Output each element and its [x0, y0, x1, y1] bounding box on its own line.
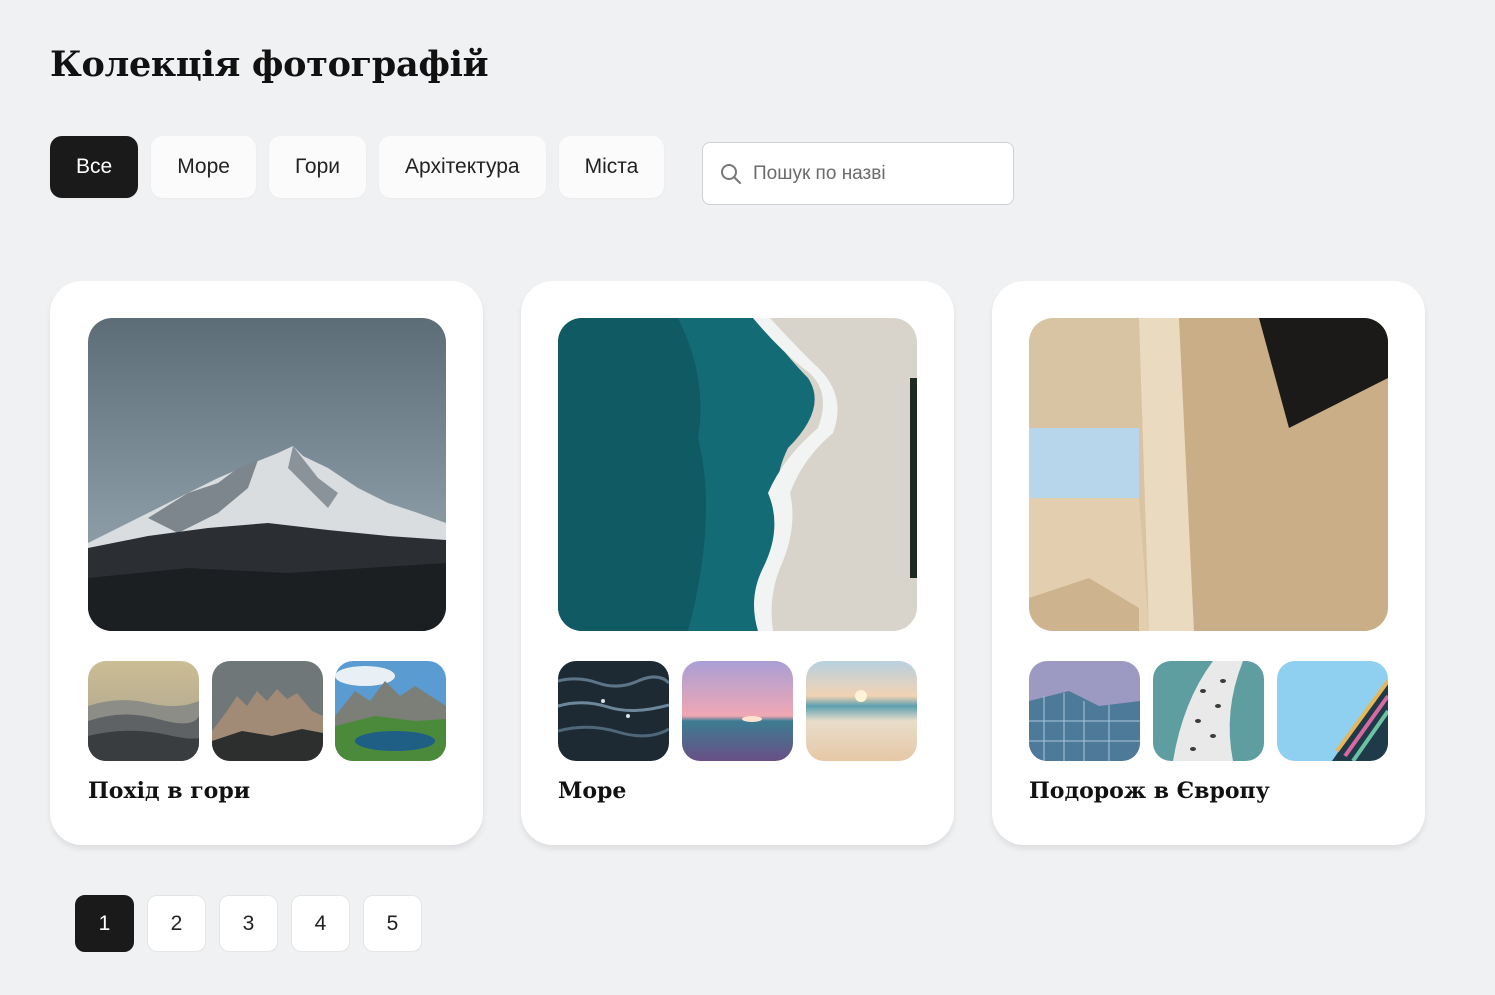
- thumbnail[interactable]: [558, 661, 669, 761]
- thumbnail[interactable]: [806, 661, 917, 761]
- glass-building-photo: [1029, 661, 1140, 761]
- thumbnail[interactable]: [335, 661, 446, 761]
- curved-white-building-photo: [1153, 661, 1264, 761]
- page-button[interactable]: 1: [75, 895, 134, 952]
- rocky-peaks-photo: [211, 661, 323, 761]
- album-title: Подорож в Європу: [1029, 778, 1270, 804]
- album-cover-photo[interactable]: [558, 318, 917, 631]
- thumbnail[interactable]: [88, 661, 199, 761]
- aerial-beach-waves-photo: [558, 318, 917, 631]
- album-card[interactable]: Море: [521, 281, 954, 845]
- filter-architecture-button[interactable]: Архітектура: [379, 136, 546, 198]
- album-title: Похід в гори: [88, 778, 251, 804]
- filter-all-button[interactable]: Все: [50, 136, 139, 198]
- snowy-mountain-photo: [88, 318, 446, 631]
- pink-sunset-sea-photo: [682, 661, 793, 761]
- page-button[interactable]: 2: [147, 895, 206, 952]
- album-thumbnails: [88, 661, 446, 761]
- album-cover-photo[interactable]: [1029, 318, 1388, 631]
- page-button[interactable]: 3: [219, 895, 278, 952]
- album-card[interactable]: Похід в гори: [50, 281, 483, 845]
- page-button[interactable]: 4: [291, 895, 350, 952]
- thumbnail[interactable]: [1153, 661, 1264, 761]
- thumbnail[interactable]: [682, 661, 793, 761]
- thumbnail[interactable]: [211, 661, 323, 761]
- filter-mountains-button[interactable]: Гори: [268, 136, 367, 198]
- search-icon: [721, 163, 741, 184]
- album-thumbnails: [558, 661, 917, 761]
- album-thumbnails: [1029, 661, 1388, 761]
- search-box[interactable]: [702, 142, 1014, 205]
- page-title: Колекція фотографій: [50, 44, 489, 85]
- colorful-facade-photo: [1277, 661, 1388, 761]
- category-filters: Все Море Гори Архітектура Міста: [50, 136, 665, 198]
- album-title: Море: [558, 778, 627, 804]
- thumbnail[interactable]: [1029, 661, 1140, 761]
- filter-cities-button[interactable]: Міста: [558, 136, 665, 198]
- search-input[interactable]: [753, 162, 1003, 185]
- dark-ocean-water-photo: [558, 661, 669, 761]
- album-card[interactable]: Подорож в Європу: [992, 281, 1425, 845]
- sandy-beach-sunrise-photo: [806, 661, 917, 761]
- page-button[interactable]: 5: [363, 895, 422, 952]
- wooden-architecture-photo: [1029, 318, 1388, 631]
- alpine-lake-photo: [335, 661, 446, 761]
- pagination: 1 2 3 4 5: [75, 895, 422, 952]
- misty-hills-photo: [88, 661, 199, 761]
- album-cover-photo[interactable]: [88, 318, 446, 631]
- filter-sea-button[interactable]: Море: [151, 136, 256, 198]
- thumbnail[interactable]: [1277, 661, 1388, 761]
